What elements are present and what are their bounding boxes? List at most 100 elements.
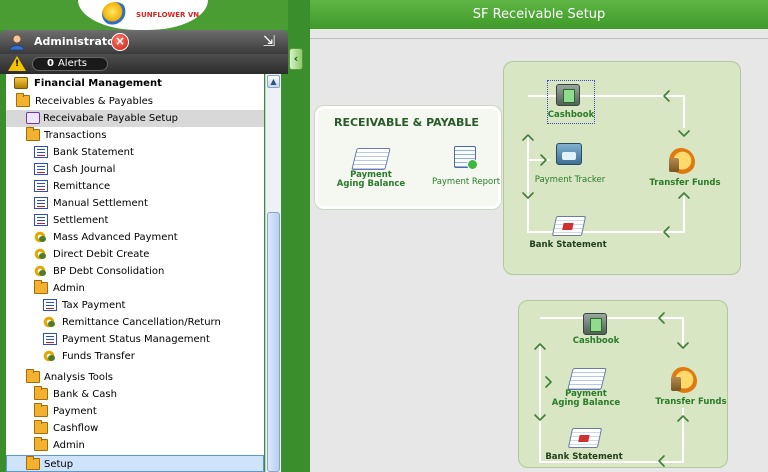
tree-item-label: Mass Advanced Payment — [53, 232, 178, 243]
alerts-label: Alerts — [57, 58, 87, 69]
tree-item-admin-analysis[interactable]: Admin — [6, 437, 264, 454]
folder-icon — [34, 420, 48, 434]
tree-item-label: Bank & Cash — [53, 389, 117, 400]
folder-icon — [34, 280, 48, 294]
tree-item-label: Payment — [53, 406, 97, 417]
alerts-bar: ! 0 Alerts — [0, 54, 288, 74]
payment-aging-icon[interactable] — [567, 368, 607, 390]
tree-item-remittance-cancellation[interactable]: Remittance Cancellation/Return — [6, 314, 264, 331]
document-icon — [34, 197, 48, 209]
gear-icon — [33, 231, 47, 243]
tree-item-label: Receivables & Payables — [35, 96, 154, 107]
bank-statement-icon[interactable] — [567, 428, 603, 448]
section-title: RECEIVABLE & PAYABLE — [334, 116, 479, 129]
user-name: Administrator — [34, 35, 121, 48]
tree-item-label: Analysis Tools — [44, 372, 114, 383]
logout-button[interactable]: × — [111, 33, 129, 51]
scroll-up-arrow-icon[interactable]: ▲ — [267, 75, 280, 88]
gear-icon — [42, 350, 56, 362]
node-transfer-funds-bottom[interactable]: Transfer Funds — [652, 398, 730, 407]
tree-item-label: Financial Management — [34, 78, 162, 89]
node-payment-report[interactable]: Payment Report — [430, 178, 502, 187]
tree-item-label: Direct Debit Create — [53, 249, 150, 260]
tree-item-bank-cash[interactable]: Bank & Cash — [6, 386, 264, 403]
payment-aging-icon[interactable] — [351, 148, 391, 170]
tree-item-manual-settlement[interactable]: Manual Settlement — [6, 195, 264, 212]
document-icon — [43, 333, 57, 345]
node-label-line2: Aging Balance — [551, 398, 621, 408]
node-cashbook[interactable]: Cashbook — [543, 111, 599, 120]
tree-item-bank-statement[interactable]: Bank Statement — [6, 144, 264, 161]
company-logo: SUNFLOWER VN — [78, 0, 208, 30]
folder-icon — [34, 403, 48, 417]
node-bank-statement-bottom[interactable]: Bank Statement — [544, 453, 624, 462]
tree-item-label: Cash Journal — [53, 164, 116, 175]
tree-item-funds-transfer[interactable]: Funds Transfer — [6, 348, 264, 365]
tree-item-label: Settlement — [53, 215, 109, 226]
tree-item-receivable-payable-setup[interactable]: Receivabale Payable Setup — [6, 110, 264, 127]
tree-item-receivables-payables[interactable]: Receivables & Payables — [6, 93, 264, 110]
document-icon — [34, 180, 48, 192]
node-payment-aging-bottom[interactable]: Payment Aging Balance — [548, 390, 624, 408]
user-avatar-icon — [9, 34, 25, 51]
tree-item-label: Admin — [53, 283, 85, 294]
scrollbar-thumb[interactable] — [267, 212, 280, 472]
alerts-button[interactable]: 0 Alerts — [32, 57, 108, 71]
transfer-funds-icon[interactable] — [669, 367, 697, 395]
tree-item-payment[interactable]: Payment — [6, 403, 264, 420]
tree-item-settlement[interactable]: Settlement — [6, 212, 264, 229]
tree-item-payment-status-management[interactable]: Payment Status Management — [6, 331, 264, 348]
node-payment-aging[interactable]: Payment Aging Balance — [334, 171, 408, 189]
navigation-tree: Financial Management Receivables & Payab… — [6, 74, 264, 472]
tree-item-label: Payment Status Management — [62, 334, 210, 345]
tree-item-tax-payment[interactable]: Tax Payment — [6, 297, 264, 314]
tree-item-bp-debt-consolidation[interactable]: BP Debt Consolidation — [6, 263, 264, 280]
folder-icon — [16, 93, 30, 107]
pin-panel-icon[interactable]: ⇲ — [260, 32, 278, 50]
tree-item-setup[interactable]: Setup — [6, 455, 264, 472]
folder-icon — [34, 386, 48, 400]
bank-statement-icon[interactable] — [551, 216, 587, 236]
navigation-panel: SUNFLOWER VN Administrator × ⇲ ! 0 Alerts… — [0, 0, 288, 472]
document-icon — [34, 146, 48, 158]
tree-item-transactions[interactable]: Transactions — [6, 127, 264, 144]
tree-item-cashflow[interactable]: Cashflow — [6, 420, 264, 437]
page-title: SF Receivable Setup — [472, 7, 606, 22]
warning-icon: ! — [8, 56, 26, 71]
logo-strip: SUNFLOWER VN — [0, 0, 288, 30]
tree-item-financial-management[interactable]: Financial Management — [6, 75, 264, 92]
cashbook-icon[interactable] — [556, 84, 580, 106]
tree-item-label: Transactions — [44, 130, 107, 141]
tree-item-direct-debit-create[interactable]: Direct Debit Create — [6, 246, 264, 263]
tree-item-label: Cashflow — [53, 423, 99, 434]
tree-item-label: Receivabale Payable Setup — [43, 113, 179, 124]
tree-item-label: Funds Transfer — [62, 351, 135, 362]
gear-icon — [33, 248, 47, 260]
tree-item-label: Manual Settlement — [53, 198, 148, 209]
logo-text: SUNFLOWER VN — [136, 11, 200, 19]
node-cashbook-bottom[interactable]: Cashbook — [568, 337, 624, 346]
divider — [310, 38, 768, 39]
panel-splitter[interactable] — [288, 0, 310, 472]
user-bar: Administrator × ⇲ — [0, 30, 288, 54]
sunflower-logo-icon — [102, 2, 128, 26]
tree-item-label: Admin — [53, 440, 85, 451]
collapse-panel-button[interactable]: ‹ — [289, 48, 303, 70]
tree-item-remittance[interactable]: Remittance — [6, 178, 264, 195]
transfer-funds-icon[interactable] — [667, 148, 695, 176]
tree-item-label: Remittance — [53, 181, 111, 192]
page-header: SF Receivable Setup — [310, 0, 768, 29]
document-icon — [34, 214, 48, 226]
node-bank-statement[interactable]: Bank Statement — [528, 241, 608, 250]
tree-item-mass-advanced-payment[interactable]: Mass Advanced Payment — [6, 229, 264, 246]
node-payment-tracker[interactable]: Payment Tracker — [532, 176, 608, 185]
tree-scrollbar[interactable]: ▲ — [265, 74, 281, 472]
node-transfer-funds[interactable]: Transfer Funds — [646, 179, 724, 188]
tree-item-label: Setup — [44, 459, 74, 470]
cashbook-icon[interactable] — [583, 313, 607, 335]
payment-tracker-icon[interactable] — [556, 143, 582, 165]
tree-item-analysis-tools[interactable]: Analysis Tools — [6, 369, 264, 386]
payment-report-icon[interactable] — [454, 146, 478, 170]
tree-item-admin[interactable]: Admin — [6, 280, 264, 297]
tree-item-cash-journal[interactable]: Cash Journal — [6, 161, 264, 178]
